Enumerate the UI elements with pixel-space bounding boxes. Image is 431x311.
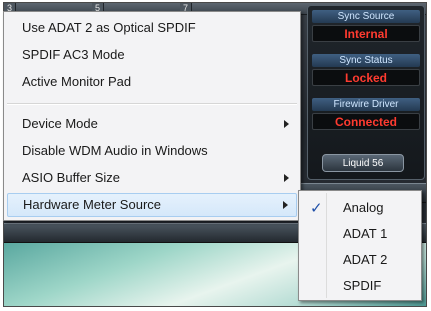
menu-item-asio-buffer-size[interactable]: ASIO Buffer Size	[7, 166, 297, 190]
submenu-item-adat1[interactable]: ADAT 1	[302, 222, 418, 246]
menu-item-label: Use ADAT 2 as Optical SPDIF	[22, 20, 196, 35]
submenu-item-adat2[interactable]: ADAT 2	[302, 248, 418, 272]
submenu-arrow-icon	[283, 201, 288, 209]
submenu-arrow-icon	[284, 120, 289, 128]
menu-item-label: Hardware Meter Source	[23, 197, 161, 212]
sync-status-label: Sync Status	[312, 54, 420, 67]
checkmark-icon: ✓	[310, 199, 323, 217]
menu-item-active-monitor-pad[interactable]: Active Monitor Pad	[7, 70, 297, 94]
menu-item-label: ASIO Buffer Size	[22, 170, 121, 185]
submenu-arrow-icon	[284, 174, 289, 182]
submenu-item-label: Analog	[343, 200, 384, 215]
sync-status-value: Locked	[312, 69, 420, 86]
submenu-item-label: SPDIF	[343, 278, 382, 293]
sync-source-label: Sync Source	[312, 10, 420, 23]
submenu-item-label: ADAT 1	[343, 226, 388, 241]
menu-item-label: Device Mode	[22, 116, 98, 131]
firewire-driver-label: Firewire Driver	[312, 98, 420, 111]
context-menu: Use ADAT 2 as Optical SPDIF SPDIF AC3 Mo…	[3, 11, 301, 221]
menu-item-disable-wdm-audio[interactable]: Disable WDM Audio in Windows	[7, 139, 297, 163]
submenu-item-analog[interactable]: ✓ Analog	[302, 196, 418, 220]
menu-item-hardware-meter-source[interactable]: Hardware Meter Source	[7, 193, 297, 217]
firewire-driver-value: Connected	[312, 113, 420, 130]
submenu-item-label: ADAT 2	[343, 252, 388, 267]
menu-item-device-mode[interactable]: Device Mode	[7, 112, 297, 136]
menu-item-use-adat2-optical-spdif[interactable]: Use ADAT 2 as Optical SPDIF	[7, 16, 297, 40]
menu-item-label: Disable WDM Audio in Windows	[22, 143, 208, 158]
menu-separator	[7, 103, 297, 105]
submenu-item-spdif[interactable]: SPDIF	[302, 274, 418, 298]
menu-item-label: SPDIF AC3 Mode	[22, 47, 125, 62]
device-name-button[interactable]: Liquid 56	[322, 154, 404, 172]
menu-item-spdif-ac3-mode[interactable]: SPDIF AC3 Mode	[7, 43, 297, 67]
menu-item-label: Active Monitor Pad	[22, 74, 132, 89]
hardware-meter-source-submenu: ✓ Analog ADAT 1 ADAT 2 SPDIF	[298, 190, 422, 301]
sync-source-value[interactable]: Internal	[312, 25, 420, 42]
